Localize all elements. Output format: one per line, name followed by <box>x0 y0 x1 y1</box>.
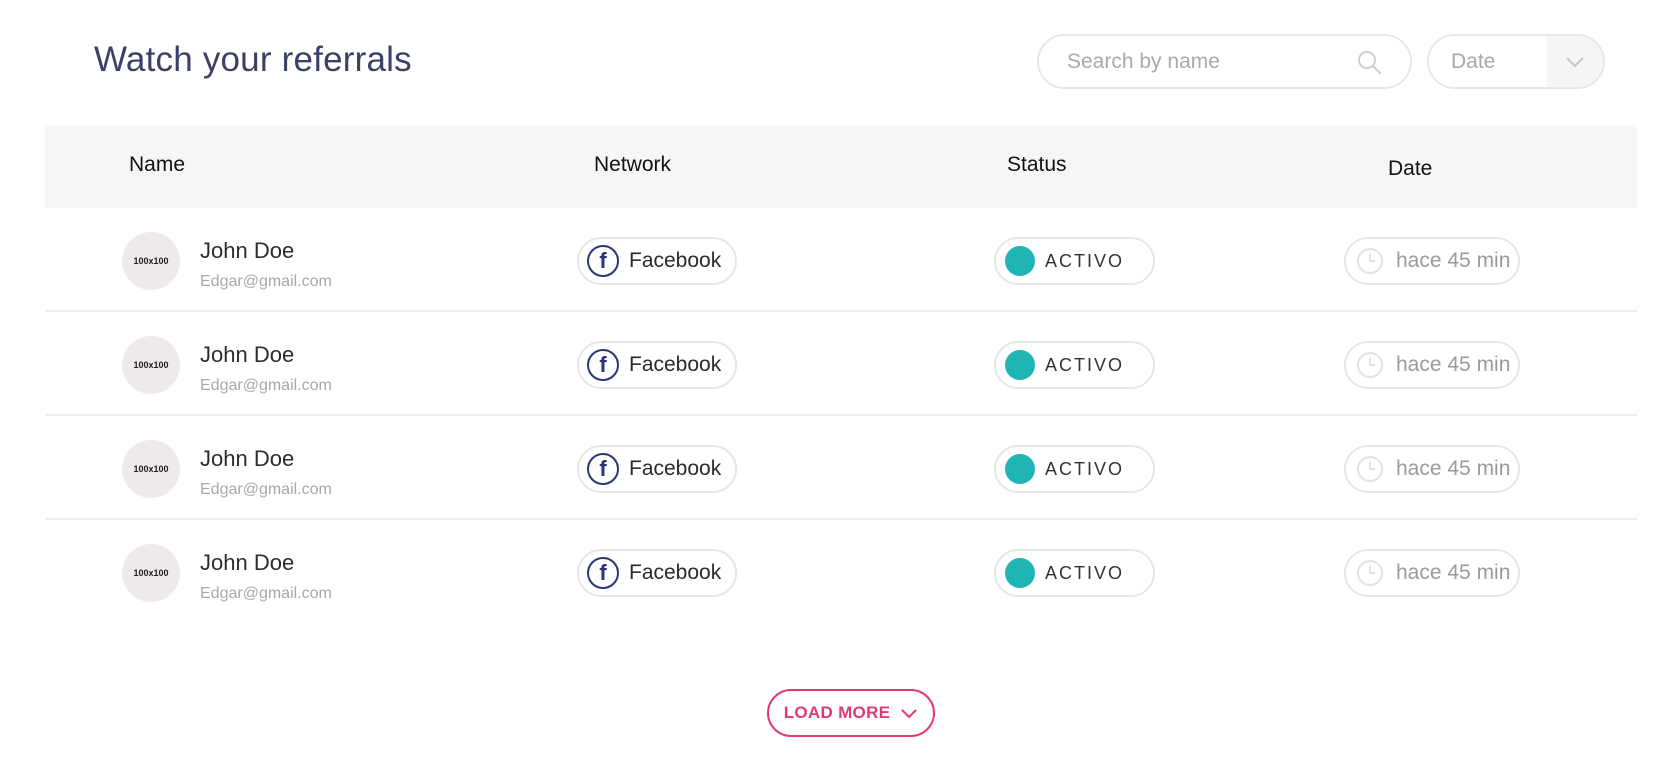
status-badge: ACTIVO <box>994 445 1155 493</box>
user-email: Edgar@gmail.com <box>200 273 332 290</box>
search-box[interactable] <box>1037 34 1412 89</box>
time-badge: hace 45 min <box>1344 445 1520 493</box>
table-row: 100x100 John Doe Edgar@gmail.com f Faceb… <box>45 520 1637 624</box>
referrals-page: Watch your referrals Date Name Network S… <box>0 0 1680 782</box>
avatar: 100x100 <box>122 336 180 394</box>
time-label: hace 45 min <box>1396 353 1511 376</box>
user-email: Edgar@gmail.com <box>200 481 332 498</box>
chevron-down-icon <box>901 708 918 718</box>
table-row: 100x100 John Doe Edgar@gmail.com f Faceb… <box>45 312 1637 416</box>
clock-icon <box>1357 560 1383 586</box>
clock-icon <box>1357 352 1383 378</box>
table-row: 100x100 John Doe Edgar@gmail.com f Faceb… <box>45 208 1637 312</box>
facebook-icon: f <box>587 349 619 381</box>
load-more-label: LOAD MORE <box>783 703 891 722</box>
network-label: Facebook <box>629 561 722 584</box>
time-badge: hace 45 min <box>1344 341 1520 389</box>
network-badge: f Facebook <box>577 237 737 285</box>
page-title: Watch your referrals <box>94 40 412 79</box>
network-label: Facebook <box>629 353 722 376</box>
user-name: John Doe <box>200 342 295 367</box>
time-label: hace 45 min <box>1396 561 1511 584</box>
avatar: 100x100 <box>122 440 180 498</box>
date-filter-caret[interactable] <box>1547 36 1603 87</box>
user-name: John Doe <box>200 238 295 263</box>
column-header-name: Name <box>129 153 186 176</box>
facebook-icon: f <box>587 557 619 589</box>
status-label: ACTIVO <box>1045 458 1125 479</box>
network-badge: f Facebook <box>577 445 737 493</box>
status-badge: ACTIVO <box>994 549 1155 597</box>
status-badge: ACTIVO <box>994 341 1155 389</box>
search-icon[interactable] <box>1356 49 1382 75</box>
status-label: ACTIVO <box>1045 354 1125 375</box>
status-label: ACTIVO <box>1045 250 1125 271</box>
facebook-icon: f <box>587 245 619 277</box>
network-label: Facebook <box>629 457 722 480</box>
time-label: hace 45 min <box>1396 249 1511 272</box>
user-email: Edgar@gmail.com <box>200 377 332 394</box>
status-dot-icon <box>1005 454 1035 484</box>
status-label: ACTIVO <box>1045 562 1125 583</box>
table-row: 100x100 John Doe Edgar@gmail.com f Faceb… <box>45 416 1637 520</box>
avatar: 100x100 <box>122 544 180 602</box>
status-badge: ACTIVO <box>994 237 1155 285</box>
network-badge: f Facebook <box>577 341 737 389</box>
avatar: 100x100 <box>122 232 180 290</box>
clock-icon <box>1357 456 1383 482</box>
search-input[interactable] <box>1067 49 1348 74</box>
status-dot-icon <box>1005 558 1035 588</box>
user-name: John Doe <box>200 550 295 575</box>
chevron-down-icon <box>1566 56 1584 67</box>
facebook-icon: f <box>587 453 619 485</box>
user-name: John Doe <box>200 446 295 471</box>
user-email: Edgar@gmail.com <box>200 585 332 602</box>
status-dot-icon <box>1005 246 1035 276</box>
clock-icon <box>1357 248 1383 274</box>
column-header-network: Network <box>594 153 672 176</box>
column-header-status: Status <box>1007 153 1067 176</box>
load-more-button[interactable]: LOAD MORE <box>767 689 935 737</box>
network-label: Facebook <box>629 249 722 272</box>
time-badge: hace 45 min <box>1344 237 1520 285</box>
column-header-date: Date <box>1388 157 1433 180</box>
table-header: Name Network Status Date <box>45 125 1637 208</box>
status-dot-icon <box>1005 350 1035 380</box>
network-badge: f Facebook <box>577 549 737 597</box>
time-badge: hace 45 min <box>1344 549 1520 597</box>
date-filter-dropdown[interactable]: Date <box>1427 34 1605 89</box>
time-label: hace 45 min <box>1396 457 1511 480</box>
date-filter-value: Date <box>1451 49 1496 73</box>
